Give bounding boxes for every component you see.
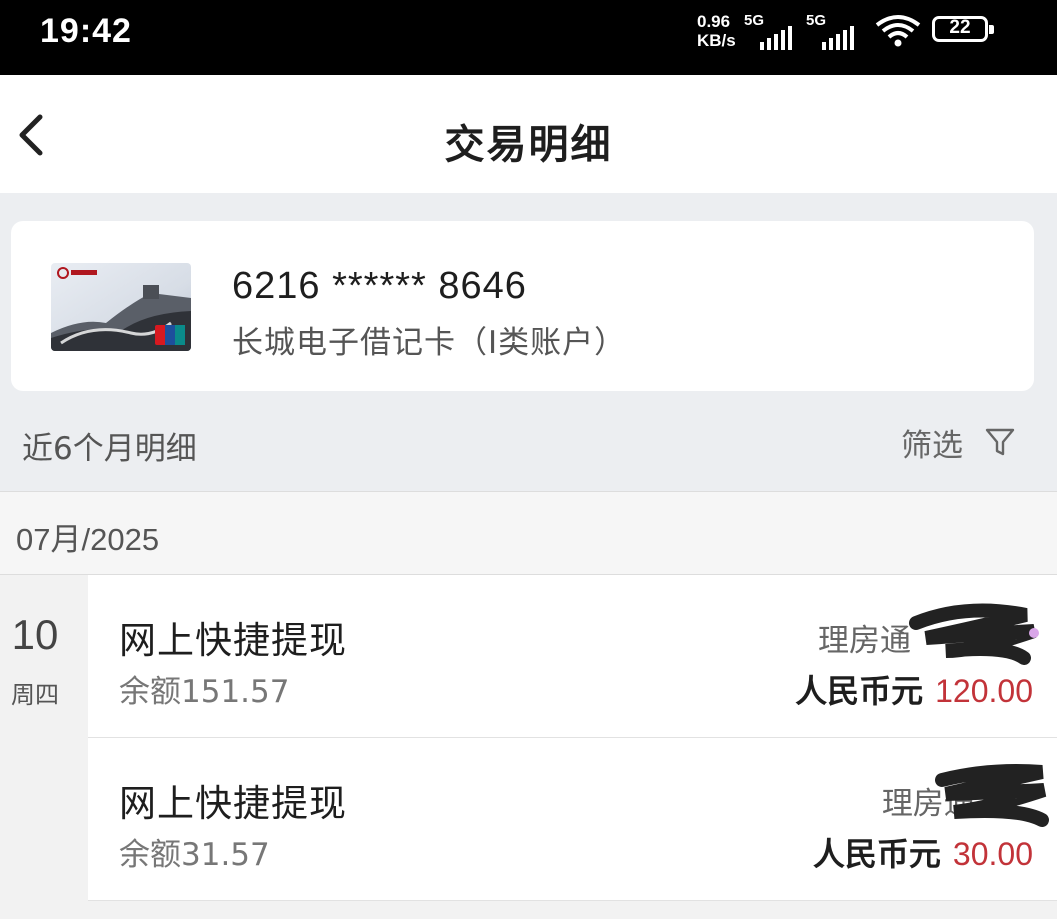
redaction-scribble — [935, 764, 1049, 827]
card-number: 6216 ****** 8646 — [232, 265, 527, 307]
transaction-amount-line: 人民币元 30.00 — [813, 829, 1033, 875]
period-label: 近6个月明细 — [22, 431, 197, 467]
month-header: 07月/2025 — [0, 491, 1057, 575]
redaction-scribble — [909, 603, 1039, 665]
transaction-amount: 120.00 — [935, 673, 1033, 709]
transaction-counterparty: 理房通 — [818, 623, 911, 659]
transaction-title: 网上快捷提现 — [119, 782, 347, 825]
filter-bar: 近6个月明细 筛选 — [0, 405, 1057, 485]
date-day: 10 — [11, 611, 59, 658]
battery-level: 22 — [949, 17, 971, 38]
date-weekday: 周四 — [11, 681, 59, 709]
date-group: 10 周四 — [0, 575, 88, 919]
month-label: 07月/2025 — [16, 522, 160, 557]
wifi-icon — [874, 14, 922, 52]
page-title: 交易明细 — [444, 122, 613, 168]
transaction-title: 网上快捷提现 — [119, 619, 347, 662]
status-bar: 19:42 0.96 KB/s 5G 5G 22 — [0, 0, 1057, 75]
navigation-bar: 交易明细 — [0, 75, 1057, 193]
card-type: 长城电子借记卡（Ⅰ类账户） — [232, 325, 627, 361]
transaction-row[interactable]: 网上快捷提现 余额151.57 理房通 人民币元 120.00 — [88, 575, 1057, 738]
network-speed: 0.96 KB/s — [697, 12, 736, 50]
filter-button[interactable]: 筛选 — [901, 419, 1015, 465]
transaction-currency: 人民币元 — [795, 672, 924, 710]
filter-label: 筛选 — [901, 427, 963, 464]
transaction-amount-line: 人民币元 120.00 — [795, 666, 1033, 712]
transaction-balance: 余额151.57 — [119, 674, 290, 710]
battery-icon: 22 — [932, 16, 994, 42]
transaction-row[interactable]: 网上快捷提现 余额31.57 理房通-阿 人民币元 30.00 — [88, 738, 1057, 901]
transaction-list: 10 周四 网上快捷提现 余额151.57 理房通 人民币元 120.00 网上快… — [0, 575, 1057, 919]
bank-card-image — [51, 263, 191, 351]
funnel-icon — [985, 428, 1015, 456]
network-speed-unit: KB/s — [697, 31, 736, 50]
transaction-currency: 人民币元 — [812, 835, 941, 873]
account-card[interactable]: 6216 ****** 8646 长城电子借记卡（Ⅰ类账户） — [11, 221, 1034, 391]
transaction-amount: 30.00 — [952, 836, 1033, 872]
transaction-balance: 余额31.57 — [119, 837, 270, 873]
network-speed-value: 0.96 — [697, 12, 731, 31]
status-time: 19:42 — [40, 12, 132, 50]
